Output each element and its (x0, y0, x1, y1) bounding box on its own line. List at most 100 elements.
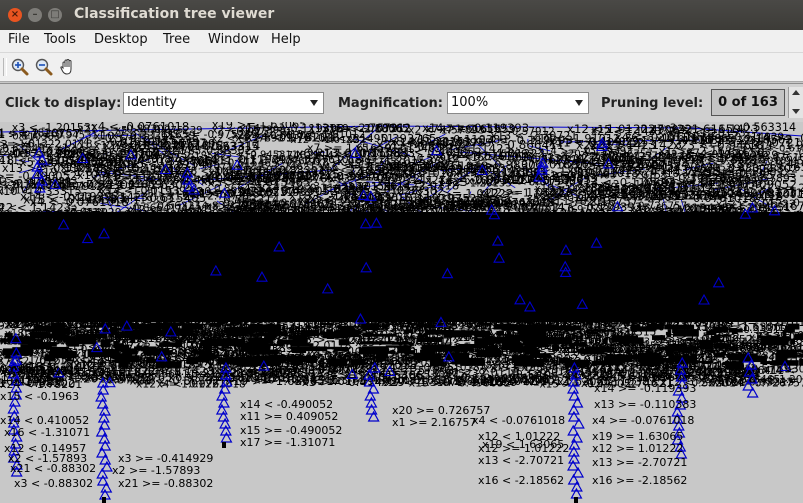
magnification-select[interactable]: 100% (447, 92, 589, 114)
tree-overlap-region (799, 358, 803, 366)
tree-node-triangle[interactable] (367, 410, 380, 422)
tree-overlap-region (787, 323, 800, 330)
tree-overlap-region (159, 342, 176, 347)
tree-overlap-region (231, 322, 242, 325)
tree-overlap-region (115, 343, 124, 349)
zoom-out-button[interactable] (34, 57, 54, 77)
tree-overlap-region (51, 327, 71, 335)
tree-split-label: x9 < 2.14951 (0, 365, 75, 378)
tree-overlap-region (403, 329, 414, 334)
zoom-in-button[interactable] (10, 57, 30, 77)
tree-node-triangle[interactable] (98, 404, 112, 416)
tree-overlap-region (731, 328, 738, 335)
classification-tree-plot[interactable]: x21 < -0.88302x19 < 1.63065x4 >= -0.0761… (0, 122, 803, 503)
zoom-in-icon (11, 58, 29, 76)
tree-overlap-region (134, 346, 157, 351)
tree-split-label: x16 >= -2.18562 (592, 474, 687, 487)
close-window-button[interactable]: × (8, 8, 22, 22)
close-icon: × (10, 9, 20, 20)
tree-node-triangle[interactable] (568, 452, 581, 464)
tree-split-label: x4 < -0.0761018 (157, 378, 246, 390)
tree-overlap-region (726, 361, 744, 370)
tree-node-triangle[interactable] (95, 390, 108, 402)
magnification-value: 100% (451, 95, 489, 110)
tree-overlap-region (532, 360, 543, 365)
tree-overlap-region (66, 356, 72, 362)
tree-leaf[interactable] (102, 497, 106, 503)
tree-node-triangle[interactable] (567, 410, 580, 422)
tree-split-label: x16 < -1.31071 (4, 426, 90, 439)
tree-overlap-region (338, 325, 355, 330)
tree-node-triangle[interactable] (215, 403, 228, 415)
tree-overlap-region (146, 356, 155, 364)
tree-overlap-region (474, 338, 495, 346)
menu-tree[interactable]: Tree (163, 32, 190, 47)
tree-node-triangle[interactable] (100, 481, 113, 493)
menu-file[interactable]: File (8, 32, 30, 47)
tree-split-label: x4 < -0.0761018 (388, 159, 488, 173)
tree-split-label: x4 < -0.0761018 (30, 195, 129, 209)
menu-bar: File Tools Desktop Tree Window Help (0, 30, 803, 53)
tree-split-label: x2 < -1.57893 (211, 133, 284, 144)
tree-overlap-region (602, 339, 608, 344)
tree-overlap-region (729, 346, 738, 352)
tree-overlap-region (699, 340, 704, 348)
tree-node-triangle[interactable] (570, 487, 583, 499)
scroll-down-arrow-icon[interactable] (792, 109, 800, 114)
tree-split-label: x14 < (0, 201, 17, 214)
tree-overlap-region (25, 329, 57, 332)
tree-node-triangle[interactable] (99, 453, 112, 465)
tree-split-label: x4 >= -0.0761018 (205, 170, 309, 183)
tree-split-label: x19 < 1.63065 (329, 122, 409, 135)
tree-overlap-region (362, 332, 374, 337)
tree-node-triangle[interactable] (217, 396, 230, 408)
tree-overlap-region (787, 354, 803, 357)
tree-overlap-region (193, 333, 198, 336)
maximize-window-button[interactable]: □ (48, 8, 62, 22)
pruning-level-value[interactable]: 0 of 163 (711, 89, 785, 116)
tree-overlap-region (529, 353, 551, 358)
tree-leaf[interactable] (574, 497, 578, 503)
tree-split-label: x7 >= 1.61659 (307, 142, 391, 155)
tree-overlap-region (627, 335, 639, 338)
menu-desktop[interactable]: Desktop (94, 32, 148, 47)
tree-node-triangle[interactable] (365, 403, 378, 415)
tree-split-label: x2 < -1.57893 (8, 452, 87, 465)
tree-split-label: x4 < -0.0761018 (472, 414, 565, 427)
tree-split-label: x7 >= 1.61659 (684, 169, 765, 181)
tree-node-triangle[interactable] (364, 389, 377, 401)
tree-overlap-region (292, 334, 308, 342)
tree-overlap-region (65, 337, 97, 345)
click-to-display-select[interactable]: Identity (123, 92, 324, 114)
tree-overlap-region (713, 326, 729, 333)
tree-overlap-region (648, 354, 654, 359)
tree-overlap-region (649, 324, 652, 332)
pan-button[interactable] (58, 57, 78, 77)
minimize-window-button[interactable]: – (28, 8, 42, 22)
tree-overlap-region (133, 326, 140, 330)
menu-help[interactable]: Help (271, 32, 301, 47)
tree-overlap-region (686, 337, 692, 341)
scroll-up-arrow-icon[interactable] (792, 90, 800, 95)
menu-window[interactable]: Window (208, 32, 259, 47)
tree-split-label: x17 >= -1.31071 (240, 436, 335, 449)
tree-node-triangle[interactable] (216, 389, 229, 401)
tree-overlap-region (501, 324, 534, 331)
tree-split-label: x21 >= -0.88302 (77, 122, 171, 135)
pan-hand-icon (60, 58, 72, 75)
tree-leaf[interactable] (222, 442, 226, 448)
tree-overlap-region (397, 345, 411, 354)
tree-canvas[interactable]: x21 < -0.88302x19 < 1.63065x4 >= -0.0761… (0, 122, 803, 503)
tree-overlap-region (27, 341, 38, 348)
tree-overlap-region (480, 322, 492, 326)
tree-split-label: x12 >= 1.01222 (592, 442, 683, 455)
tree-split-label: x1 >= 2.16757 (392, 416, 476, 429)
tree-overlap-region (587, 331, 599, 335)
pruning-level-scrollbar[interactable] (788, 87, 803, 118)
tree-overlap-region (706, 349, 718, 352)
tree-overlap-region (130, 338, 136, 344)
menu-tools[interactable]: Tools (44, 32, 76, 47)
tree-overlap-region (429, 347, 448, 352)
tree-split-label: x4 >= -0.0761018 (592, 414, 694, 427)
tree-overlap-region (546, 339, 571, 345)
